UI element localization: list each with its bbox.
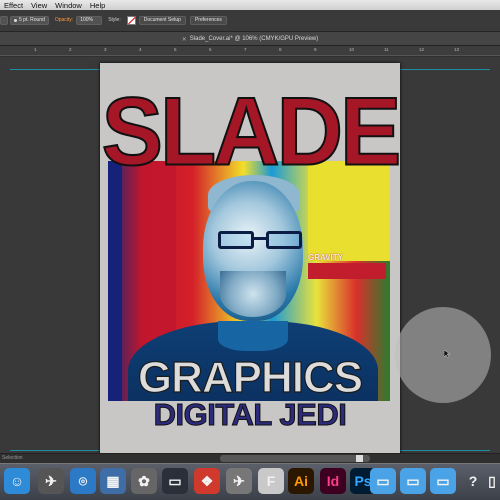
ruler-number: 5 [174, 47, 177, 52]
cursor-highlight [395, 307, 491, 403]
ruler-number: 11 [384, 47, 389, 52]
opacity-label[interactable]: Opacity: [55, 17, 73, 23]
ruler-number: 6 [209, 47, 212, 52]
ruler-number: 3 [104, 47, 107, 52]
dock: ☺ ✈ ⌾ ▦ ✿ ▭ ❖ ✈ F Ai Id Ps ▭ ▭ ▭? ▯ [0, 463, 500, 500]
cursor-arrow-icon [444, 350, 450, 358]
downloads-icon[interactable]: ▭ [400, 468, 426, 494]
collar [218, 321, 288, 351]
stroke-dropdown[interactable] [0, 15, 8, 25]
status-scroll-bar: Selection [0, 453, 500, 463]
indesign-icon[interactable]: Id [320, 468, 346, 494]
menu-bar: Effect View Window Help [0, 0, 500, 10]
sign-text: GRAVITY [308, 253, 343, 262]
subtitle-graphics[interactable]: GRAPHICS [100, 352, 400, 403]
beard [220, 271, 286, 317]
ruler-number: 4 [139, 47, 142, 52]
scroll-indicator [356, 455, 363, 462]
screenshots-icon[interactable]: ▭ [430, 468, 456, 494]
ruler-number: 8 [279, 47, 282, 52]
gravity-sign: GRAVITY [308, 253, 386, 283]
preferences-button[interactable]: Preferences [189, 15, 227, 25]
help-icon[interactable]: ? [460, 468, 486, 494]
glasses-bridge [254, 237, 266, 240]
tagline-digital-jedi[interactable]: DIGITAL JEDI [100, 397, 400, 433]
document-tab[interactable]: ✕ Slade_Cover.ai* @ 106% (CMYK/GPU Previ… [0, 33, 500, 45]
brush-dot-icon [14, 18, 17, 22]
menu-help[interactable]: Help [90, 1, 105, 10]
illustrator-icon[interactable]: Ai [288, 468, 314, 494]
ruler-number: 9 [314, 47, 317, 52]
style-label: Style: [108, 17, 121, 23]
document-setup-button[interactable]: Document Setup [138, 15, 186, 25]
scroll-thumb[interactable] [220, 455, 370, 462]
app-window: Effect View Window Help 5 pt. Round Opac… [0, 0, 500, 500]
mosaic-icon[interactable]: ❖ [194, 468, 220, 494]
ruler-number: 1 [34, 47, 37, 52]
plane-icon[interactable]: ✈ [226, 468, 252, 494]
ruler-number: 12 [419, 47, 425, 52]
glasses-icon [218, 231, 302, 251]
preview-icon[interactable]: ▦ [100, 468, 126, 494]
brush-label: 5 pt. Round [19, 17, 45, 23]
title-slade[interactable]: SLADE [101, 74, 403, 190]
menu-window[interactable]: Window [55, 1, 82, 10]
ruler-number: 10 [349, 47, 355, 52]
status-tool-text: Selection [2, 455, 23, 461]
artboard[interactable]: GRAVITY SLADE GRAPHICS DIGITAL JEDI [100, 63, 403, 457]
trash-icon[interactable]: ▯ [484, 468, 500, 494]
sign-board [308, 263, 386, 279]
horizontal-ruler[interactable]: 1 2 3 4 5 6 7 8 9 10 11 12 13 [0, 46, 500, 56]
launchpad-icon[interactable]: ✈ [38, 468, 64, 494]
left-lens [218, 231, 254, 249]
right-lens [266, 231, 302, 249]
folder-icon[interactable]: ▭ [370, 468, 396, 494]
fonts-icon[interactable]: F [258, 468, 284, 494]
menu-view[interactable]: View [31, 1, 47, 10]
document-title: Slade_Cover.ai* @ 106% (CMYK/GPU Preview… [189, 36, 319, 42]
canvas-area[interactable]: GRAVITY SLADE GRAPHICS DIGITAL JEDI [0, 57, 500, 463]
photos-icon[interactable]: ✿ [131, 468, 157, 494]
brush-definition-select[interactable]: 5 pt. Round [10, 15, 49, 25]
style-swatch[interactable] [126, 15, 136, 25]
control-bar: 5 pt. Round Opacity: 100% Style: Documen… [0, 10, 500, 32]
ruler-number: 7 [244, 47, 247, 52]
close-tab-icon[interactable]: ✕ [182, 36, 187, 43]
safari-icon[interactable]: ⌾ [70, 468, 96, 494]
document-tab-bar: ✕ Slade_Cover.ai* @ 106% (CMYK/GPU Previ… [0, 32, 500, 46]
menu-effect[interactable]: Effect [4, 1, 23, 10]
ruler-number: 13 [454, 47, 460, 52]
opacity-input[interactable]: 100% [76, 15, 103, 25]
ruler-number: 2 [69, 47, 72, 52]
finder-icon[interactable]: ☺ [4, 468, 30, 494]
keynote-icon[interactable]: ▭ [162, 468, 188, 494]
